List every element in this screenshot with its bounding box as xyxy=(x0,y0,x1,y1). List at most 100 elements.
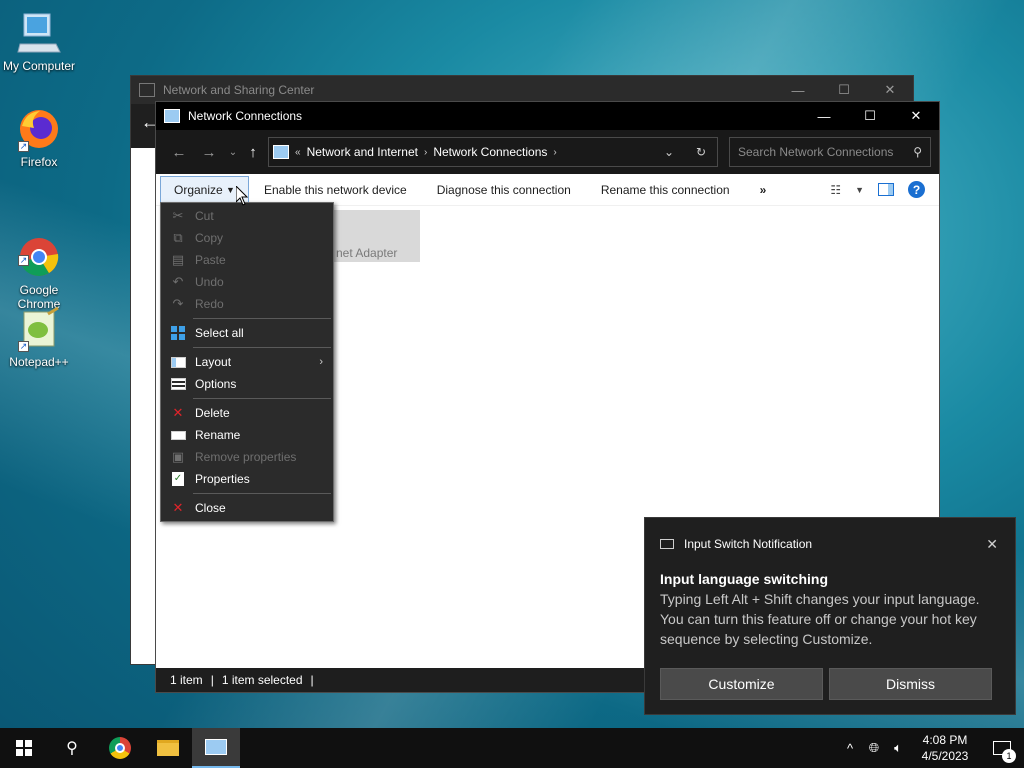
dropdown-arrow-icon: ▼ xyxy=(226,184,235,195)
organize-menu[interactable]: ✂ Cut ⧉ Copy ▤ Paste ↶ Undo ↷ Redo Select all… xyxy=(160,202,334,522)
taskbar: ⚲ ^ 🌐︎ 🔈︎ 4:08 PM 4/5/2023 1 xyxy=(0,728,1024,768)
search-icon: ⚲ xyxy=(913,145,922,159)
breadcrumb-network-connections[interactable]: Network Connections xyxy=(433,145,547,159)
customize-button[interactable]: Customize xyxy=(660,668,823,700)
help-icon[interactable]: ? xyxy=(908,181,925,198)
network-globe-icon[interactable]: 🌐︎ xyxy=(862,740,886,756)
breadcrumb-separator-icon[interactable]: › xyxy=(424,147,427,158)
view-dropdown-icon[interactable]: ▼ xyxy=(855,185,864,195)
taskbar-network-connections[interactable] xyxy=(192,728,240,768)
menu-item-redo[interactable]: ↷ Redo xyxy=(161,293,333,315)
menu-label: Redo xyxy=(195,297,224,311)
copy-icon: ⧉ xyxy=(173,230,183,245)
action-center-button[interactable]: 1 xyxy=(980,741,1024,763)
title-bar[interactable]: Network Connections — ☐ ✕ xyxy=(156,102,939,130)
more-commands-button[interactable]: » xyxy=(745,176,782,204)
clock[interactable]: 4:08 PM 4/5/2023 xyxy=(910,732,980,764)
paste-icon: ▤ xyxy=(171,252,185,267)
layout-icon xyxy=(170,356,186,368)
undo-icon: ↶ xyxy=(172,274,184,289)
taskbar-file-explorer[interactable] xyxy=(144,728,192,768)
desktop-icon-chrome[interactable]: ↗ Google Chrome xyxy=(1,206,77,311)
desktop-icon-notepadpp[interactable]: ↗ Notepad++ xyxy=(1,306,77,369)
minimize-button[interactable]: — xyxy=(775,76,821,104)
desktop-icon-label: Notepad++ xyxy=(9,355,69,369)
desktop-icon-firefox[interactable]: ↗ Firefox xyxy=(1,106,77,169)
menu-item-properties[interactable]: ✓ Properties xyxy=(161,468,333,490)
diagnose-connection-button[interactable]: Diagnose this connection xyxy=(422,176,586,204)
menu-item-layout[interactable]: Layout › xyxy=(161,351,333,373)
menu-item-undo[interactable]: ↶ Undo xyxy=(161,271,333,293)
menu-item-cut[interactable]: ✂ Cut xyxy=(161,205,333,227)
taskbar-chrome[interactable] xyxy=(96,728,144,768)
menu-label: Select all xyxy=(195,326,244,340)
mouse-cursor-icon xyxy=(236,186,248,206)
menu-label: Remove properties xyxy=(195,450,297,464)
close-icon: ✕ xyxy=(172,500,184,515)
maximize-button[interactable]: ☐ xyxy=(847,102,893,130)
enable-network-device-button[interactable]: Enable this network device xyxy=(249,176,422,204)
redo-icon: ↷ xyxy=(172,296,184,311)
input-switch-notification[interactable]: Input Switch Notification ✕ Input langua… xyxy=(644,517,1016,715)
menu-item-remove-properties[interactable]: ▣ Remove properties xyxy=(161,446,333,468)
shortcut-arrow-icon: ↗ xyxy=(18,341,29,352)
select-all-icon xyxy=(171,326,185,340)
breadcrumb-network-internet[interactable]: Network and Internet xyxy=(307,145,418,159)
menu-label: Copy xyxy=(195,231,224,245)
change-view-icon[interactable]: ☷ xyxy=(830,183,841,197)
back-button[interactable]: ← xyxy=(164,137,194,167)
address-bar[interactable]: « Network and Internet › Network Connect… xyxy=(268,137,718,167)
menu-item-copy[interactable]: ⧉ Copy xyxy=(161,227,333,249)
refresh-icon[interactable]: ↻ xyxy=(685,145,717,159)
rename-connection-button[interactable]: Rename this connection xyxy=(586,176,745,204)
menu-item-close[interactable]: ✕ Close xyxy=(161,497,333,519)
properties-icon: ✓ xyxy=(172,472,184,486)
address-dropdown-icon[interactable]: ⌄ xyxy=(653,145,685,159)
menu-label: Properties xyxy=(195,472,250,486)
search-icon: ⚲ xyxy=(66,740,78,757)
menu-item-options[interactable]: Options xyxy=(161,373,333,395)
up-button[interactable]: ↑ xyxy=(242,137,264,167)
menu-item-paste[interactable]: ▤ Paste xyxy=(161,249,333,271)
network-icon xyxy=(139,83,155,97)
rename-icon xyxy=(170,430,186,440)
volume-icon[interactable]: 🔈︎ xyxy=(886,740,910,756)
menu-item-rename[interactable]: Rename xyxy=(161,424,333,446)
close-button[interactable]: ✕ xyxy=(867,76,913,104)
title-bar[interactable]: Network and Sharing Center — ☐ ✕ xyxy=(131,76,913,104)
shortcut-arrow-icon: ↗ xyxy=(18,141,29,152)
menu-separator xyxy=(193,318,331,319)
network-connections-icon xyxy=(164,109,180,123)
menu-label: Cut xyxy=(195,209,214,223)
delete-icon: ✕ xyxy=(172,405,184,420)
start-button[interactable] xyxy=(0,728,48,768)
chrome-icon: ↗ xyxy=(16,220,62,276)
menu-label: Delete xyxy=(195,406,230,420)
computer-icon xyxy=(16,10,62,56)
scissors-icon: ✂ xyxy=(172,208,184,223)
search-button[interactable]: ⚲ xyxy=(48,728,96,768)
notepadpp-icon: ↗ xyxy=(16,306,62,352)
desktop-icon-my-computer[interactable]: My Computer xyxy=(1,10,77,73)
menu-item-delete[interactable]: ✕ Delete xyxy=(161,402,333,424)
forward-button[interactable]: → xyxy=(194,137,224,167)
notification-title: Input language switching xyxy=(660,571,828,587)
preview-pane-icon[interactable] xyxy=(878,183,894,196)
search-input[interactable]: Search Network Connections ⚲ xyxy=(729,137,931,167)
recent-locations-chevron-icon[interactable]: ⌄ xyxy=(224,137,242,167)
breadcrumb-separator-icon[interactable]: › xyxy=(553,147,556,158)
keyboard-icon xyxy=(660,539,674,549)
desktop-icon-label: Firefox xyxy=(20,155,58,169)
overflow-chevron-icon[interactable]: « xyxy=(295,147,301,158)
menu-item-select-all[interactable]: Select all xyxy=(161,322,333,344)
dismiss-button[interactable]: Dismiss xyxy=(829,668,992,700)
network-connections-icon xyxy=(205,739,227,755)
maximize-button[interactable]: ☐ xyxy=(821,76,867,104)
close-button[interactable]: ✕ xyxy=(893,102,939,130)
show-hidden-icons-chevron-icon[interactable]: ^ xyxy=(838,741,862,756)
menu-label: Layout xyxy=(195,355,232,369)
close-notification-button[interactable]: ✕ xyxy=(986,536,1000,553)
minimize-button[interactable]: — xyxy=(801,102,847,130)
menu-separator xyxy=(193,347,331,348)
desktop-icon-label: My Computer xyxy=(2,59,76,73)
